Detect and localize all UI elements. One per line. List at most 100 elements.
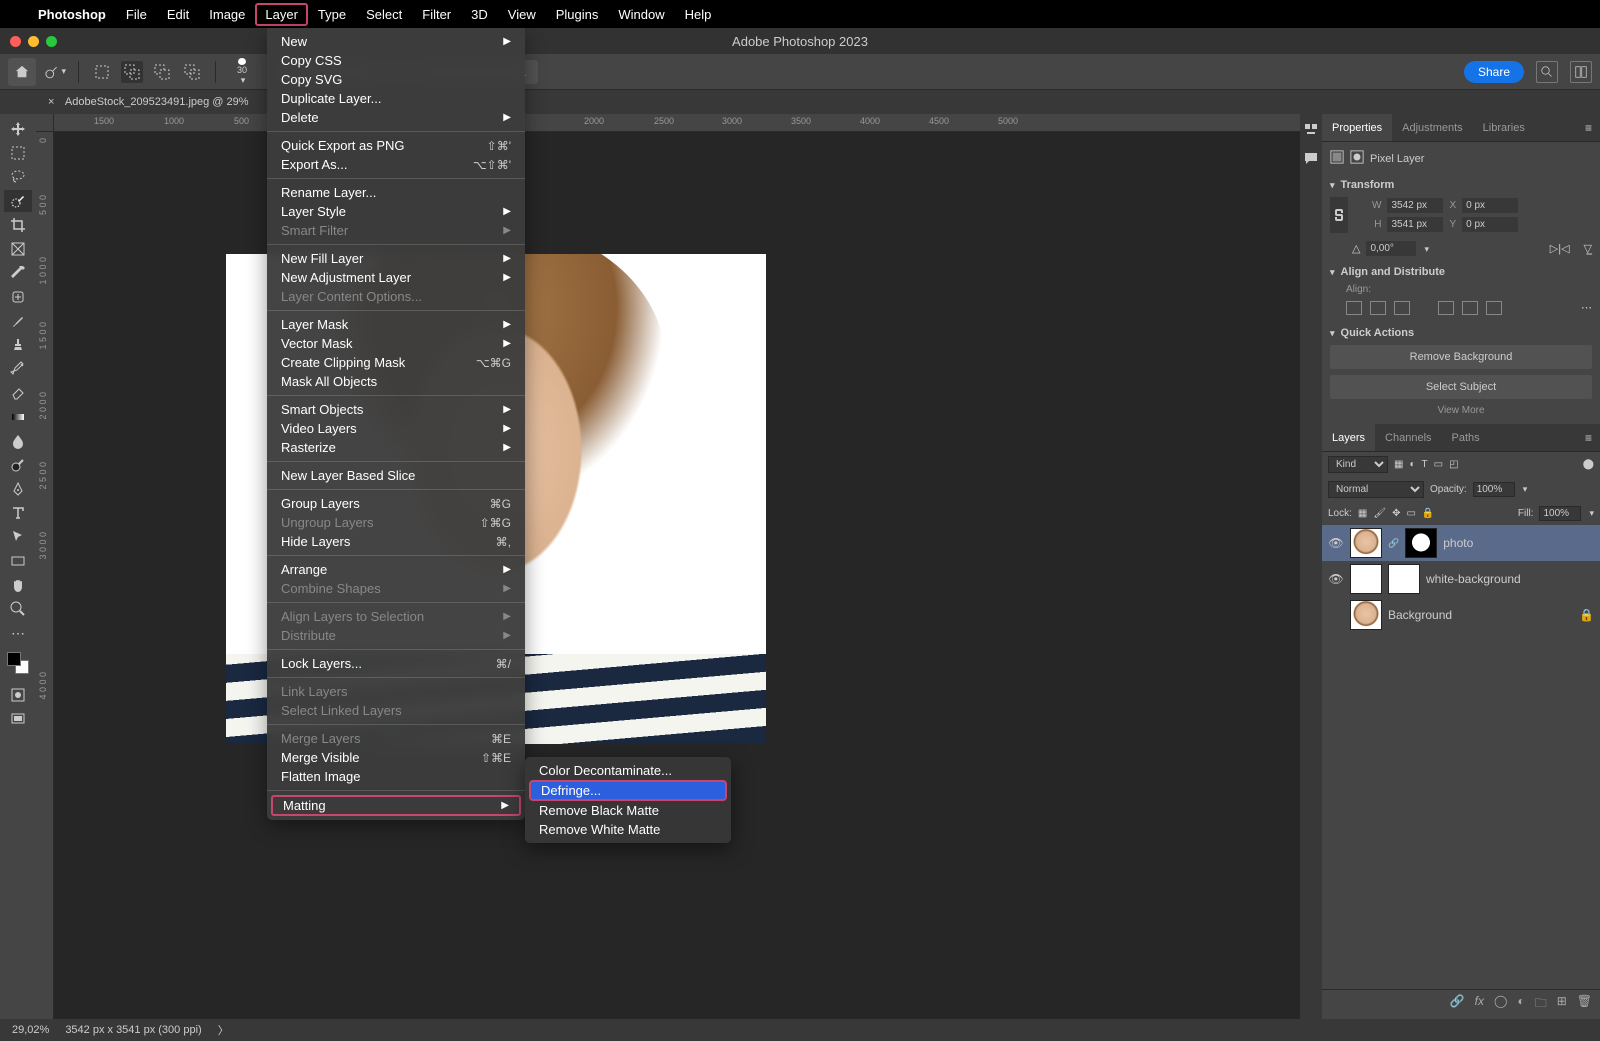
comments-icon[interactable] bbox=[1303, 150, 1319, 166]
group-icon[interactable]: 🗀 bbox=[1535, 994, 1547, 1015]
share-button[interactable]: Share bbox=[1464, 61, 1524, 83]
remove-background-button[interactable]: Remove Background bbox=[1330, 345, 1592, 369]
submenu-item-remove-white-matte[interactable]: Remove White Matte bbox=[525, 820, 731, 839]
menu-view[interactable]: View bbox=[498, 3, 546, 26]
layer-name[interactable]: photo bbox=[1443, 536, 1473, 550]
filter-smart-icon[interactable]: ◰ bbox=[1449, 459, 1458, 470]
align-bottom-icon[interactable] bbox=[1486, 301, 1502, 315]
panel-icon[interactable] bbox=[1303, 122, 1319, 138]
width-input[interactable] bbox=[1387, 198, 1443, 213]
more-tools-icon[interactable]: ⋯ bbox=[4, 622, 32, 644]
menu-item-new-layer-based-slice[interactable]: New Layer Based Slice bbox=[267, 466, 525, 485]
menu-item-group-layers[interactable]: Group Layers⌘G bbox=[267, 494, 525, 513]
ruler-vertical[interactable]: 0 5 0 0 1 0 0 0 1 5 0 0 2 0 0 0 2 5 0 0 … bbox=[36, 132, 54, 1019]
select-subject-button[interactable]: Select Subject bbox=[1330, 375, 1592, 399]
menu-item-flatten-image[interactable]: Flatten Image bbox=[267, 767, 525, 786]
menu-item-layer-mask[interactable]: Layer Mask▶ bbox=[267, 315, 525, 334]
move-tool[interactable] bbox=[4, 118, 32, 140]
pen-tool[interactable] bbox=[4, 478, 32, 500]
height-input[interactable] bbox=[1387, 217, 1443, 232]
mask-link-icon[interactable]: 🔗 bbox=[1388, 538, 1399, 549]
tab-channels[interactable]: Channels bbox=[1375, 424, 1441, 451]
menu-item-rename-layer-[interactable]: Rename Layer... bbox=[267, 183, 525, 202]
submenu-item-defringe-[interactable]: Defringe... bbox=[529, 780, 727, 801]
menu-item-matting[interactable]: Matting▶ bbox=[271, 795, 521, 816]
menu-type[interactable]: Type bbox=[308, 3, 356, 26]
opacity-dropdown[interactable] bbox=[1521, 484, 1528, 495]
document-dimensions[interactable]: 3542 px x 3541 px (300 ppi) bbox=[65, 1024, 201, 1036]
menu-layer[interactable]: Layer bbox=[255, 3, 308, 26]
frame-tool[interactable] bbox=[4, 238, 32, 260]
view-more-link[interactable]: View More bbox=[1330, 405, 1592, 416]
filter-shape-icon[interactable]: ▭ bbox=[1434, 459, 1443, 470]
quick-mask-toggle[interactable] bbox=[4, 684, 32, 706]
maximize-window-button[interactable] bbox=[46, 36, 57, 47]
eraser-tool[interactable] bbox=[4, 382, 32, 404]
tab-libraries[interactable]: Libraries bbox=[1473, 114, 1535, 141]
align-center-h-icon[interactable] bbox=[1370, 301, 1386, 315]
menu-edit[interactable]: Edit bbox=[157, 3, 199, 26]
quick-selection-tool[interactable] bbox=[4, 190, 32, 212]
new-layer-icon[interactable]: ⊞ bbox=[1557, 994, 1567, 1015]
tab-paths[interactable]: Paths bbox=[1442, 424, 1490, 451]
align-section-header[interactable]: ▾Align and Distribute bbox=[1330, 260, 1592, 284]
type-tool[interactable] bbox=[4, 502, 32, 524]
eyedropper-tool[interactable] bbox=[4, 262, 32, 284]
lock-nested-icon[interactable]: ▭ bbox=[1406, 508, 1415, 519]
menu-item-new-fill-layer[interactable]: New Fill Layer▶ bbox=[267, 249, 525, 268]
add-mask-icon[interactable]: ◯ bbox=[1494, 994, 1507, 1015]
menu-plugins[interactable]: Plugins bbox=[546, 3, 609, 26]
delete-layer-icon[interactable]: 🗑 bbox=[1577, 994, 1592, 1015]
menu-item-vector-mask[interactable]: Vector Mask▶ bbox=[267, 334, 525, 353]
menu-item-rasterize[interactable]: Rasterize▶ bbox=[267, 438, 525, 457]
mask-thumbnail[interactable] bbox=[1405, 528, 1437, 558]
angle-dropdown[interactable] bbox=[1422, 243, 1429, 255]
layer-name[interactable]: Background bbox=[1388, 608, 1452, 622]
menu-item-layer-style[interactable]: Layer Style▶ bbox=[267, 202, 525, 221]
tab-adjustments[interactable]: Adjustments bbox=[1392, 114, 1473, 141]
layer-row-background[interactable]: Background 🔒 bbox=[1322, 597, 1600, 633]
fx-icon[interactable]: fx bbox=[1475, 994, 1484, 1015]
layer-name[interactable]: white-background bbox=[1426, 572, 1521, 586]
filter-toggle[interactable]: ⬤ bbox=[1583, 459, 1594, 470]
align-more-icon[interactable]: ⋯ bbox=[1581, 301, 1592, 315]
menu-item-video-layers[interactable]: Video Layers▶ bbox=[267, 419, 525, 438]
menu-item-delete[interactable]: Delete▶ bbox=[267, 108, 525, 127]
filter-adjustment-icon[interactable]: ◐ bbox=[1409, 459, 1415, 470]
menu-item-arrange[interactable]: Arrange▶ bbox=[267, 560, 525, 579]
menu-item-new-adjustment-layer[interactable]: New Adjustment Layer▶ bbox=[267, 268, 525, 287]
layer-row-photo[interactable]: 👁 🔗 photo bbox=[1322, 525, 1600, 561]
menu-item-merge-visible[interactable]: Merge Visible⇧⌘E bbox=[267, 748, 525, 767]
menu-image[interactable]: Image bbox=[199, 3, 255, 26]
menu-item-export-as-[interactable]: Export As...⌥⇧⌘' bbox=[267, 155, 525, 174]
transform-section-header[interactable]: ▾Transform bbox=[1330, 173, 1592, 197]
tool-preset-picker[interactable] bbox=[44, 61, 66, 83]
canvas-area[interactable]: 1500 1000 500 2000 2500 3000 3500 4000 4… bbox=[36, 114, 1300, 1019]
healing-brush-tool[interactable] bbox=[4, 286, 32, 308]
tab-layers[interactable]: Layers bbox=[1322, 424, 1375, 451]
tab-properties[interactable]: Properties bbox=[1322, 114, 1392, 141]
rectangle-tool[interactable] bbox=[4, 550, 32, 572]
layer-thumbnail[interactable] bbox=[1350, 528, 1382, 558]
menu-3d[interactable]: 3D bbox=[461, 3, 498, 26]
lock-position-icon[interactable]: ✥ bbox=[1392, 508, 1400, 519]
layer-thumbnail[interactable] bbox=[1350, 600, 1382, 630]
fill-input[interactable] bbox=[1539, 506, 1581, 521]
zoom-level[interactable]: 29,02% bbox=[12, 1024, 49, 1036]
color-swatches[interactable] bbox=[7, 652, 29, 674]
lock-transparency-icon[interactable]: ▦ bbox=[1358, 508, 1367, 519]
zoom-tool[interactable] bbox=[4, 598, 32, 620]
flip-vertical-icon[interactable]: ▽̲ bbox=[1584, 242, 1592, 255]
quick-actions-header[interactable]: ▾Quick Actions bbox=[1330, 321, 1592, 345]
ruler-origin[interactable] bbox=[36, 114, 54, 132]
fill-dropdown[interactable] bbox=[1587, 508, 1594, 519]
menu-item-hide-layers[interactable]: Hide Layers⌘, bbox=[267, 532, 525, 551]
layer-row-white-bg[interactable]: 👁 white-background bbox=[1322, 561, 1600, 597]
align-top-icon[interactable] bbox=[1438, 301, 1454, 315]
x-input[interactable] bbox=[1462, 198, 1518, 213]
clone-stamp-tool[interactable] bbox=[4, 334, 32, 356]
selection-new-icon[interactable] bbox=[91, 61, 113, 83]
panel-menu-icon[interactable]: ≡ bbox=[1577, 121, 1600, 135]
submenu-item-color-decontaminate-[interactable]: Color Decontaminate... bbox=[525, 761, 731, 780]
filter-type-icon[interactable]: T bbox=[1422, 459, 1428, 470]
